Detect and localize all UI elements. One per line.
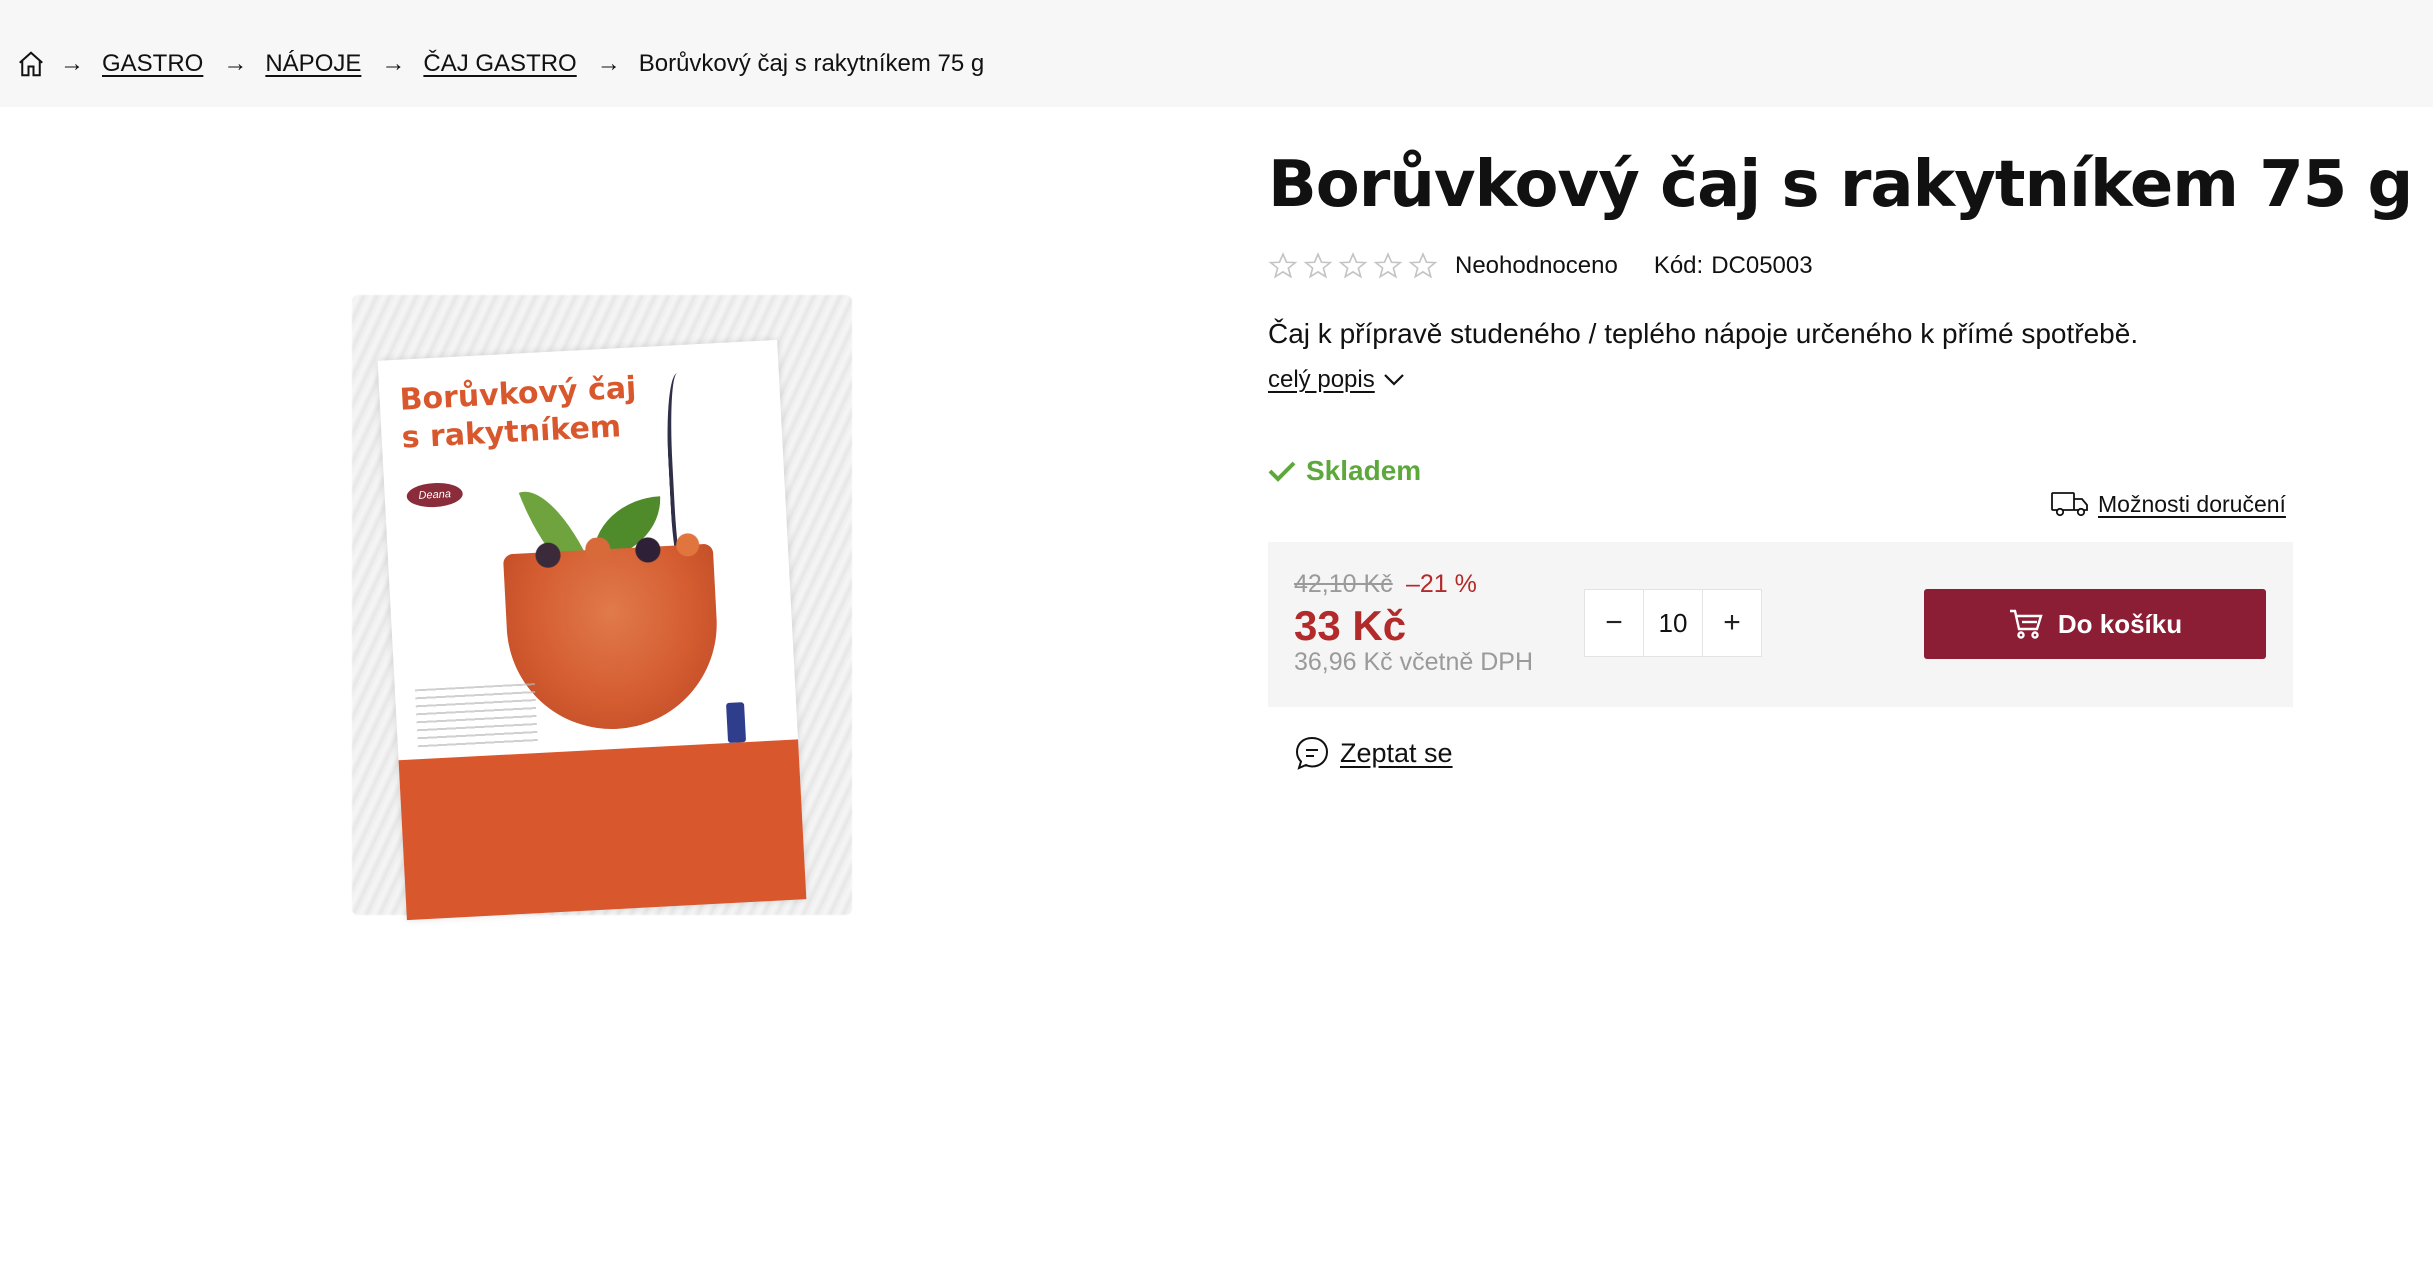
add-to-cart-label: Do košíku xyxy=(2057,608,2183,639)
chevron-down-icon xyxy=(1383,374,1404,386)
breadcrumb-link-napoje[interactable]: NÁPOJE xyxy=(265,50,361,78)
add-to-cart-button[interactable]: Do košíku xyxy=(1924,589,2266,659)
chat-bubble-icon xyxy=(1295,736,1329,770)
breadcrumb-link-caj-gastro[interactable]: ČAJ GASTRO xyxy=(423,50,576,78)
rating-row: Neohodnoceno Kód: DC05003 xyxy=(1268,250,1813,282)
check-icon xyxy=(1268,461,1296,482)
breadcrumb-separator: → xyxy=(60,50,84,77)
brand-logo: Deana xyxy=(406,481,464,509)
ask-question-link[interactable]: Zeptat se xyxy=(1294,735,1453,771)
price-with-vat: 36,96 Kč včetně DPH xyxy=(1294,648,1534,676)
stock-label: Skladem xyxy=(1306,455,1422,486)
star-icon[interactable] xyxy=(1373,251,1403,281)
breadcrumb-current: Borůvkový čaj s rakytníkem 75 g xyxy=(638,50,985,77)
product-title: Borůvkový čaj s rakytníkem 75 g xyxy=(1268,148,2413,222)
breadcrumb: → GASTRO → NÁPOJE → ČAJ GASTRO → Borůvko… xyxy=(16,44,984,84)
delivery-label: Možnosti doručení xyxy=(2098,490,2286,517)
discount-badge: –21 % xyxy=(1406,570,1477,598)
package-label-area xyxy=(511,1198,636,1275)
breadcrumb-separator: → xyxy=(381,50,406,77)
star-icon[interactable] xyxy=(1303,251,1333,281)
truck-icon xyxy=(2051,492,2088,517)
quantity-stepper: − 10 + xyxy=(1584,589,1762,657)
package-front: Borůvkový čaj s rakytníkem Deana xyxy=(377,339,807,1275)
cart-icon xyxy=(2009,609,2043,639)
stock-status: Skladem xyxy=(1268,455,1421,487)
old-price: 42,10 Kč xyxy=(1294,570,1393,598)
current-price: 33 Kč xyxy=(1294,602,1407,649)
product-code-label: Kód: xyxy=(1653,252,1704,279)
delivery-options-link[interactable]: Možnosti doručení xyxy=(2050,490,2286,518)
star-icon[interactable] xyxy=(1408,251,1438,281)
breadcrumb-separator: → xyxy=(223,50,248,77)
breadcrumb-bar: → GASTRO → NÁPOJE → ČAJ GASTRO → Borůvko… xyxy=(0,0,2433,107)
product-short-description: Čaj k přípravě studeného / teplého nápoj… xyxy=(1268,318,2139,349)
full-description-link[interactable]: celý popis xyxy=(1268,366,1405,394)
product-image[interactable]: Borůvkový čaj s rakytníkem Deana xyxy=(300,270,860,1275)
package-bottom-band xyxy=(398,739,807,1275)
buy-box: 42,10 Kč –21 % 33 Kč 36,96 Kč včetně DPH… xyxy=(1268,542,2293,707)
quantity-input[interactable]: 10 xyxy=(1643,590,1703,656)
package-text-block xyxy=(414,683,538,750)
rating-stars[interactable] xyxy=(1268,251,1443,281)
rating-text: Neohodnoceno xyxy=(1455,252,1618,279)
full-description-label: celý popis xyxy=(1268,366,1375,393)
star-icon[interactable] xyxy=(1338,251,1368,281)
teabag-tag xyxy=(726,702,747,744)
quantity-decrease-button[interactable]: − xyxy=(1585,590,1643,656)
quantity-increase-button[interactable]: + xyxy=(1703,590,1761,656)
product-code-value: DC05003 xyxy=(1711,252,1813,279)
breadcrumb-link-gastro[interactable]: GASTRO xyxy=(102,50,203,78)
star-icon[interactable] xyxy=(1268,251,1298,281)
breadcrumb-separator: → xyxy=(596,50,621,77)
home-icon[interactable] xyxy=(16,49,46,79)
ask-question-label: Zeptat se xyxy=(1340,737,1453,768)
package-title: Borůvkový čaj s rakytníkem xyxy=(398,370,638,456)
